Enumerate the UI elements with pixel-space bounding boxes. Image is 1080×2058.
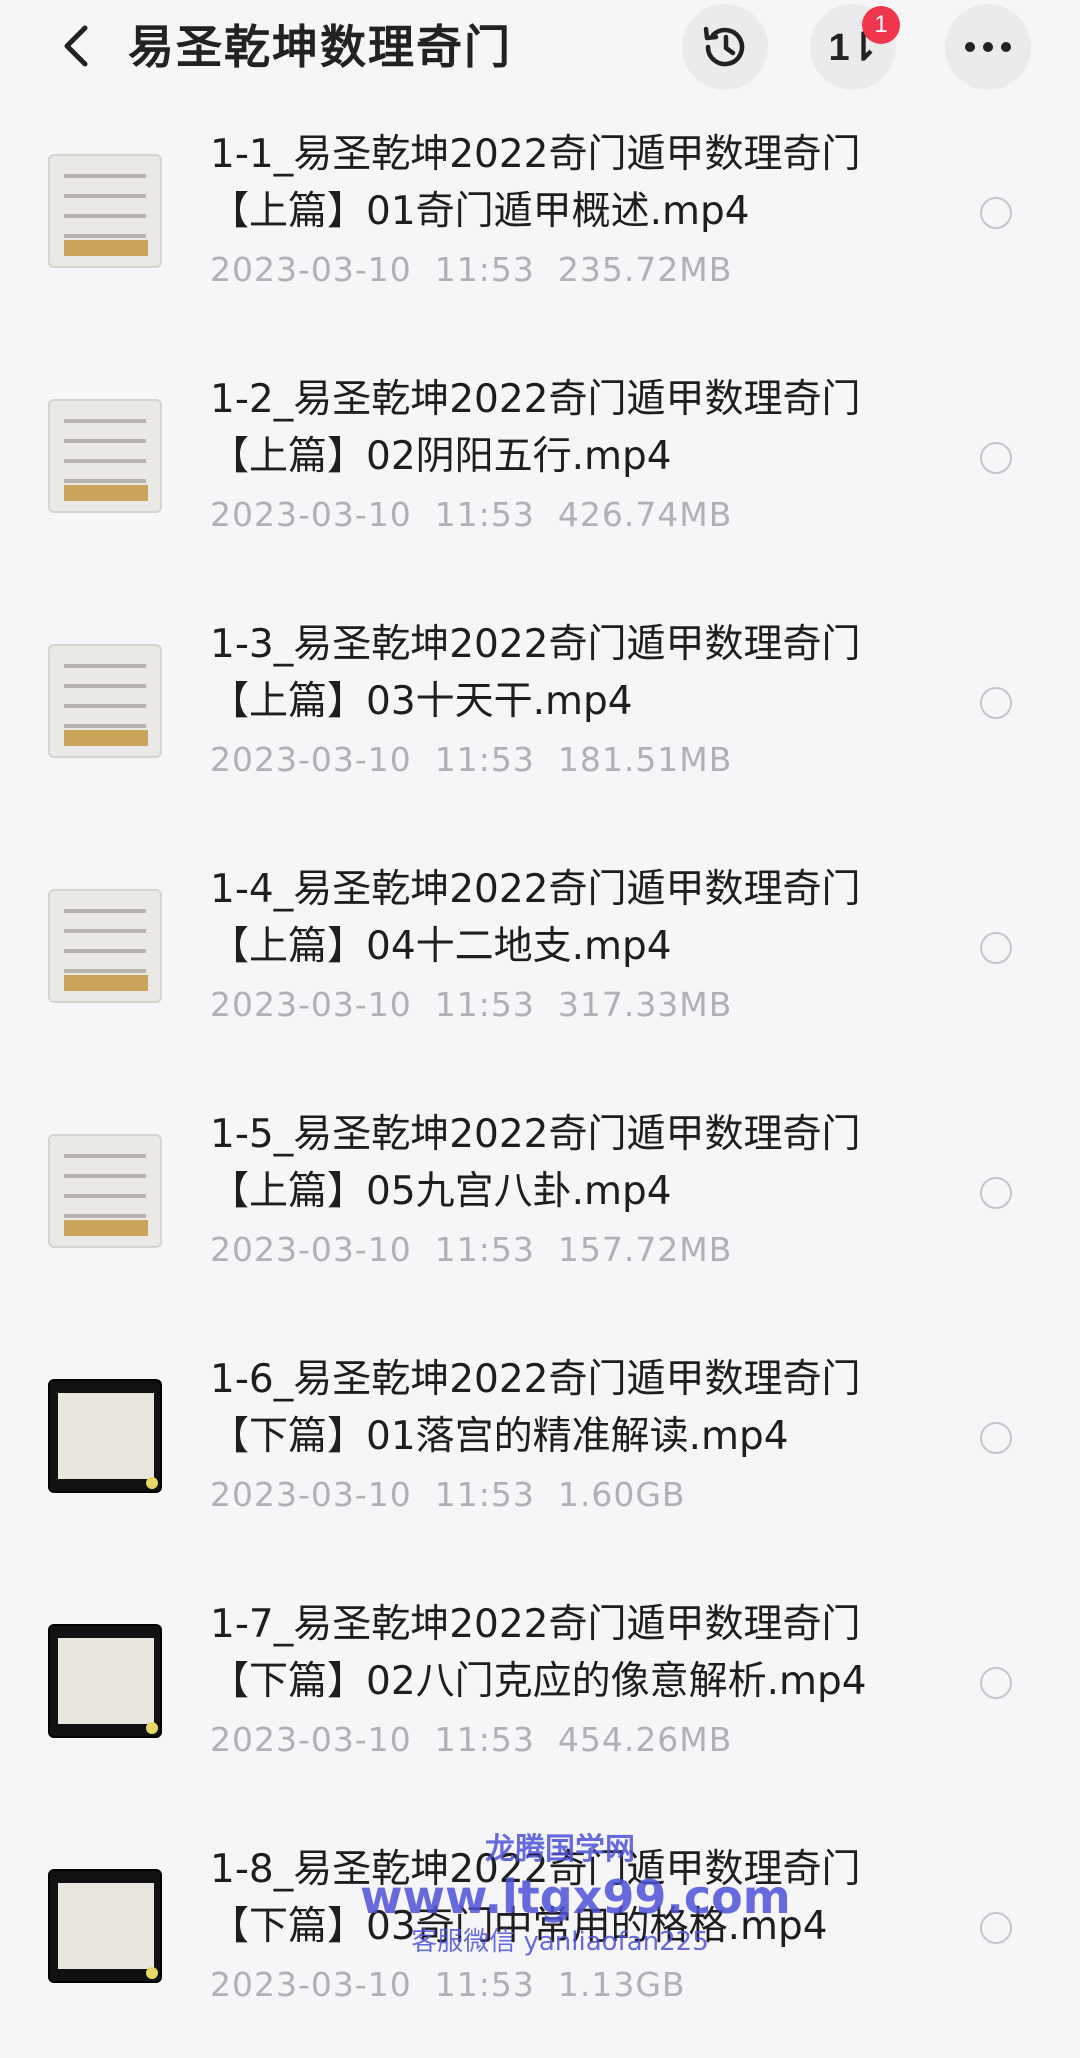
file-name-line1: 1-5_易圣乾坤2022奇门遁甲数理奇门 (210, 1112, 861, 1157)
file-name: 1-2_易圣乾坤2022奇门遁甲数理奇门 【上篇】02阴阳五行.mp4 (210, 371, 910, 485)
thumbnail-band (64, 730, 148, 746)
select-radio[interactable] (980, 687, 1012, 719)
file-meta: 2023-03-10 11:53 454.26MB (210, 1720, 733, 1759)
thumbnail-line (64, 684, 146, 688)
file-name-line1: 1-2_易圣乾坤2022奇门遁甲数理奇门 (210, 377, 861, 422)
file-meta: 2023-03-10 11:53 1.60GB (210, 1475, 686, 1514)
file-meta: 2023-03-10 11:53 426.74MB (210, 495, 733, 534)
thumbnail-band (64, 485, 148, 501)
thumbnail-line (64, 439, 146, 443)
file-name: 1-1_易圣乾坤2022奇门遁甲数理奇门 【上篇】01奇门遁甲概述.mp4 (210, 126, 910, 240)
select-radio[interactable] (980, 1912, 1012, 1944)
file-row[interactable]: 1-4_易圣乾坤2022奇门遁甲数理奇门 【上篇】04十二地支.mp4 2023-0… (0, 833, 1080, 1078)
thumbnail-line (64, 1214, 146, 1218)
video-thumbnail (48, 1624, 162, 1738)
file-meta: 2023-03-10 11:53 1.13GB (210, 1965, 686, 2004)
thumbnail-line (64, 704, 146, 708)
thumbnail-line (64, 459, 146, 463)
file-name-line2: 【上篇】03十天干.mp4 (210, 679, 633, 724)
file-name: 1-4_易圣乾坤2022奇门遁甲数理奇门 【上篇】04十二地支.mp4 (210, 861, 910, 975)
video-thumbnail (48, 1379, 162, 1493)
select-radio[interactable] (980, 1422, 1012, 1454)
thumbnail-dot (146, 1967, 158, 1979)
thumbnail-line (64, 194, 146, 198)
video-thumbnail (48, 1134, 162, 1248)
notification-badge: 1 (862, 6, 900, 44)
file-name-line2: 【下篇】01落宫的精准解读.mp4 (210, 1414, 789, 1459)
thumbnail-slide (58, 1883, 154, 1969)
file-name-line2: 【上篇】04十二地支.mp4 (210, 924, 672, 969)
file-name: 1-5_易圣乾坤2022奇门遁甲数理奇门 【上篇】05九宫八卦.mp4 (210, 1106, 910, 1220)
thumbnail-band (64, 240, 148, 256)
file-row[interactable]: 1-6_易圣乾坤2022奇门遁甲数理奇门 【下篇】01落宫的精准解读.mp4 202… (0, 1323, 1080, 1568)
back-button[interactable] (46, 16, 106, 76)
thumbnail-line (64, 909, 146, 913)
thumbnail-line (64, 234, 146, 238)
thumbnail-line (64, 1194, 146, 1198)
page-title: 易圣乾坤数理奇门 (128, 20, 512, 74)
file-meta: 2023-03-10 11:53 235.72MB (210, 250, 733, 289)
video-thumbnail (48, 644, 162, 758)
file-meta: 2023-03-10 11:53 157.72MB (210, 1230, 733, 1269)
file-name: 1-8_易圣乾坤2022奇门遁甲数理奇门 【下篇】03奇门中常用的格格.mp4 (210, 1841, 910, 1955)
video-thumbnail (48, 154, 162, 268)
file-name-line1: 1-6_易圣乾坤2022奇门遁甲数理奇门 (210, 1357, 861, 1402)
thumbnail-slide (58, 1393, 154, 1479)
file-name-line1: 1-4_易圣乾坤2022奇门遁甲数理奇门 (210, 867, 861, 912)
file-name-line2: 【下篇】03奇门中常用的格格.mp4 (210, 1904, 828, 1949)
file-row[interactable]: 1-7_易圣乾坤2022奇门遁甲数理奇门 【下篇】02八门克应的像意解析.mp4 2… (0, 1568, 1080, 1813)
thumbnail-line (64, 419, 146, 423)
top-bar: 易圣乾坤数理奇门 1⇂ 1 (0, 0, 1080, 98)
thumbnail-line (64, 724, 146, 728)
thumbnail-line (64, 214, 146, 218)
thumbnail-line (64, 479, 146, 483)
thumbnail-band (64, 1220, 148, 1236)
file-name-line1: 1-7_易圣乾坤2022奇门遁甲数理奇门 (210, 1602, 861, 1647)
history-button[interactable] (682, 4, 768, 90)
thumbnail-dot (146, 1477, 158, 1489)
video-thumbnail (48, 889, 162, 1003)
file-name: 1-7_易圣乾坤2022奇门遁甲数理奇门 【下篇】02八门克应的像意解析.mp4 (210, 1596, 910, 1710)
thumbnail-line (64, 174, 146, 178)
file-name-line2: 【下篇】02八门克应的像意解析.mp4 (210, 1659, 867, 1704)
file-name: 1-3_易圣乾坤2022奇门遁甲数理奇门 【上篇】03十天干.mp4 (210, 616, 910, 730)
file-name-line1: 1-1_易圣乾坤2022奇门遁甲数理奇门 (210, 132, 861, 177)
thumbnail-line (64, 664, 146, 668)
file-row[interactable]: 1-5_易圣乾坤2022奇门遁甲数理奇门 【上篇】05九宫八卦.mp4 2023-0… (0, 1078, 1080, 1323)
thumbnail-line (64, 949, 146, 953)
thumbnail-line (64, 929, 146, 933)
file-meta: 2023-03-10 11:53 181.51MB (210, 740, 733, 779)
file-name-line2: 【上篇】01奇门遁甲概述.mp4 (210, 189, 750, 234)
more-button[interactable] (945, 4, 1031, 90)
thumbnail-line (64, 1154, 146, 1158)
file-name-line2: 【上篇】05九宫八卦.mp4 (210, 1169, 672, 1214)
select-radio[interactable] (980, 1177, 1012, 1209)
video-thumbnail (48, 1869, 162, 1983)
file-name-line2: 【上篇】02阴阳五行.mp4 (210, 434, 672, 479)
chevron-left-icon (64, 25, 88, 67)
file-row[interactable]: 1-3_易圣乾坤2022奇门遁甲数理奇门 【上篇】03十天干.mp4 2023-03… (0, 588, 1080, 833)
file-meta: 2023-03-10 11:53 317.33MB (210, 985, 733, 1024)
select-radio[interactable] (980, 197, 1012, 229)
file-row[interactable]: 1-1_易圣乾坤2022奇门遁甲数理奇门 【上篇】01奇门遁甲概述.mp4 2023… (0, 98, 1080, 343)
more-horizontal-icon (965, 42, 1011, 52)
file-name: 1-6_易圣乾坤2022奇门遁甲数理奇门 【下篇】01落宫的精准解读.mp4 (210, 1351, 910, 1465)
thumbnail-slide (58, 1638, 154, 1724)
thumbnail-dot (146, 1722, 158, 1734)
file-row[interactable]: 1-2_易圣乾坤2022奇门遁甲数理奇门 【上篇】02阴阳五行.mp4 2023-0… (0, 343, 1080, 588)
select-radio[interactable] (980, 932, 1012, 964)
thumbnail-line (64, 969, 146, 973)
thumbnail-line (64, 1174, 146, 1178)
select-radio[interactable] (980, 1667, 1012, 1699)
file-name-line1: 1-3_易圣乾坤2022奇门遁甲数理奇门 (210, 622, 861, 667)
file-name-line1: 1-8_易圣乾坤2022奇门遁甲数理奇门 (210, 1847, 861, 1892)
history-clock-icon (703, 26, 745, 67)
file-row[interactable]: 1-8_易圣乾坤2022奇门遁甲数理奇门 【下篇】03奇门中常用的格格.mp4 20… (0, 1813, 1080, 2058)
thumbnail-band (64, 975, 148, 991)
select-radio[interactable] (980, 442, 1012, 474)
video-thumbnail (48, 399, 162, 513)
